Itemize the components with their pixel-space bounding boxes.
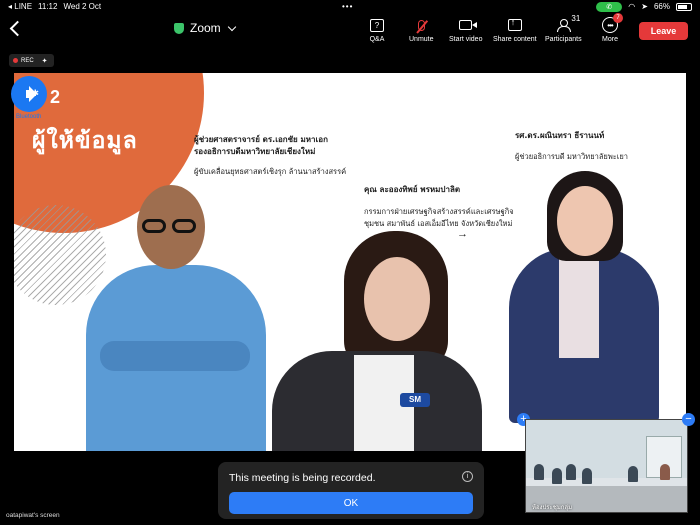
carrier-label: ◂ LINE (8, 2, 33, 11)
meeting-title: Zoom (190, 21, 221, 35)
participants-label: Participants (545, 36, 582, 43)
video-icon (459, 20, 478, 30)
wifi-icon: ◠ (628, 2, 636, 11)
phone-icon[interactable]: ✆ (596, 1, 623, 12)
qa-label: Q&A (369, 36, 385, 43)
slide-number: 2 (50, 87, 61, 107)
participants-count: 31 (571, 14, 581, 23)
slide-heading: ผู้ให้ข้อมูล (32, 128, 138, 154)
back-chevron-icon[interactable] (8, 17, 24, 39)
info-icon[interactable]: i (462, 471, 473, 482)
start-video-label: Start video (449, 36, 483, 43)
record-dot-icon (13, 58, 18, 63)
date-label: Wed 2 Oct (63, 2, 102, 11)
ai-sparkle-icon: ✦ (41, 57, 48, 65)
unmute-button[interactable]: Unmute (409, 17, 434, 43)
recording-notice-message: This meeting is being recorded. (229, 472, 376, 484)
meeting-title-dropdown[interactable]: Zoom (174, 21, 236, 35)
battery-label: 66% (653, 2, 670, 11)
share-content-label: Share content (493, 36, 537, 43)
hatched-circle-decoration (14, 205, 106, 305)
recording-notice-dialog: This meeting is being recorded. i OK (218, 462, 484, 519)
mic-muted-icon (417, 19, 425, 31)
rec-label: REC (21, 57, 34, 64)
battery-icon (676, 2, 692, 11)
bluetooth-audio-button[interactable]: ✱ (11, 76, 47, 112)
participants-button[interactable]: 31 Participants (545, 14, 582, 43)
start-video-button[interactable]: Start video (449, 17, 482, 43)
qa-icon: ? (370, 18, 384, 32)
time-label: 11:12 (38, 2, 58, 11)
person2-desc-line2: ชุมชน สมาพันธ์ เอสเอ็มอีไทย จังหวัดเชียง… (364, 219, 513, 228)
share-icon (507, 17, 522, 31)
minus-icon[interactable]: − (682, 413, 695, 426)
chevron-down-icon (227, 22, 236, 31)
person1-desc: ผู้ขับเคลื่อนยุทธศาสตร์เชิงรุก ล้านนาสร้… (194, 167, 347, 176)
notification-badge: 7 (613, 13, 623, 23)
more-button[interactable]: ••• 7 More (601, 13, 623, 43)
bluetooth-icon: ✱ (31, 88, 39, 98)
arrow-right-icon: → (457, 228, 468, 240)
shared-screen-slide: 2 ผู้ให้ข้อมูล ผู้ช่วยศาสตราจารย์ ดร.เอก… (14, 73, 686, 451)
person3-title: รศ.ดร.ผณินทรา ธีรานนท์ (515, 131, 605, 140)
meeting-toolbar: Zoom ? Q&A Unmute Start video Share cont… (0, 13, 700, 50)
participant-video-thumbnail[interactable]: ห้องประชุมกลุ่ม (525, 419, 688, 513)
person3-role: ผู้ช่วยอธิการบดี มหาวิทยาลัยพะเยา (515, 152, 628, 161)
bluetooth-label: Bluetooth (16, 114, 42, 120)
screen-owner-label: oatapiwat's screen (6, 512, 60, 519)
person1-role: รองอธิการบดีมหาวิทยาลัยเชียงใหม่ (194, 147, 316, 156)
thumbnail-caption: ห้องประชุมกลุ่ม (532, 504, 573, 511)
recording-badge[interactable]: REC ✦ (9, 54, 54, 67)
shield-icon (174, 22, 184, 34)
person2-title: คุณ ละอองทิพย์ พรหมปาลิต (364, 185, 461, 194)
multitask-dots[interactable]: ••• (342, 2, 353, 11)
person2-desc-line1: กรรมการฝ่ายเศรษฐกิจสร้างสรรค์และเศรษฐกิจ (364, 207, 514, 216)
share-content-button[interactable]: Share content (493, 17, 537, 43)
shirt-logo: SM (400, 393, 430, 407)
qa-button[interactable]: ? Q&A (368, 17, 386, 43)
ok-button[interactable]: OK (229, 492, 473, 514)
leave-button[interactable]: Leave (639, 22, 688, 40)
participants-icon (556, 19, 572, 32)
unmute-label: Unmute (409, 36, 434, 43)
more-label: More (602, 36, 618, 43)
status-bar: ◂ LINE 11:12 Wed 2 Oct ••• ✆ ◠ ➤ 66% (0, 0, 700, 13)
location-icon: ➤ (641, 2, 648, 11)
